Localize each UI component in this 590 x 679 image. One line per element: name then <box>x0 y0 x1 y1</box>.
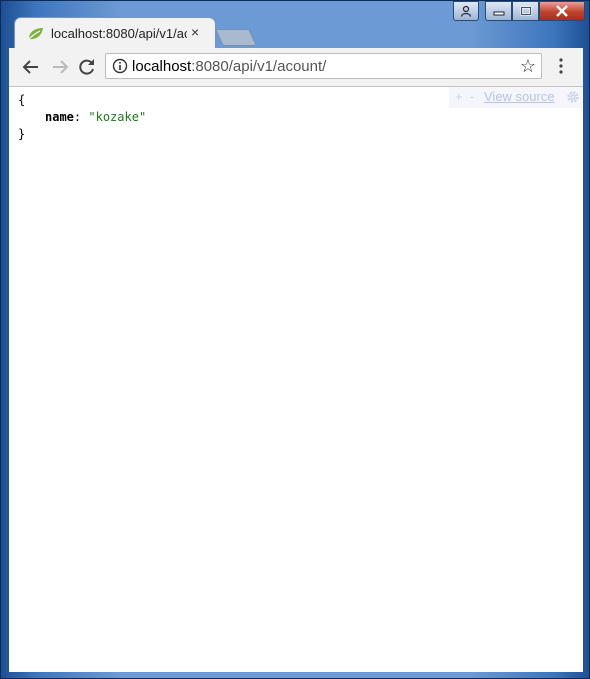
maximize-icon <box>520 6 531 16</box>
json-body: { name: "kozake" } <box>18 92 146 143</box>
minimize-icon <box>493 11 504 16</box>
url-text: localhost:8080/api/v1/acount/ <box>132 58 326 75</box>
tab-close-icon[interactable]: × <box>191 24 199 40</box>
json-colon: : <box>73 110 82 124</box>
browser-window: localhost:8080/api/v1/acount/ × localhos… <box>0 0 590 679</box>
arrow-right-icon <box>53 60 69 74</box>
forward-button[interactable] <box>49 56 71 78</box>
json-key: name <box>45 110 74 124</box>
minimize-button[interactable] <box>485 1 512 21</box>
json-string-value: "kozake" <box>88 110 147 124</box>
gear-icon[interactable] <box>566 90 580 107</box>
json-viewer-toolbar: + - View source <box>449 87 583 108</box>
url-path: :8080/api/v1/acount/ <box>191 58 327 75</box>
reload-icon <box>79 59 94 75</box>
maximize-button[interactable] <box>512 1 539 21</box>
json-open-brace: { <box>18 93 26 107</box>
user-profile-button[interactable] <box>453 1 479 21</box>
json-property: name: "kozake" <box>18 109 146 126</box>
address-bar[interactable]: localhost:8080/api/v1/acount/ ☆ <box>105 53 542 79</box>
bookmark-star-icon[interactable]: ☆ <box>520 56 536 77</box>
back-button[interactable] <box>20 56 42 78</box>
close-icon <box>556 5 568 17</box>
tab-title: localhost:8080/api/v1/acount/ <box>51 26 187 41</box>
page-content: { name: "kozake" } + - View source <box>9 87 583 672</box>
reload-button[interactable] <box>76 56 98 78</box>
spring-leaf-icon <box>27 27 45 46</box>
expand-all-button[interactable]: + <box>455 89 463 104</box>
new-tab-button[interactable] <box>215 29 257 46</box>
view-source-link[interactable]: View source <box>484 89 555 104</box>
user-icon <box>460 5 472 17</box>
info-icon[interactable] <box>112 58 128 79</box>
close-window-button[interactable] <box>539 1 585 21</box>
url-host: localhost <box>132 58 192 75</box>
json-close-brace: } <box>18 127 26 141</box>
tab-active[interactable]: localhost:8080/api/v1/acount/ × <box>15 18 215 48</box>
browser-toolbar: localhost:8080/api/v1/acount/ ☆ <box>9 48 583 87</box>
arrow-left-icon <box>22 60 38 74</box>
collapse-all-button[interactable]: - <box>470 89 474 104</box>
more-menu-icon[interactable] <box>558 57 564 80</box>
